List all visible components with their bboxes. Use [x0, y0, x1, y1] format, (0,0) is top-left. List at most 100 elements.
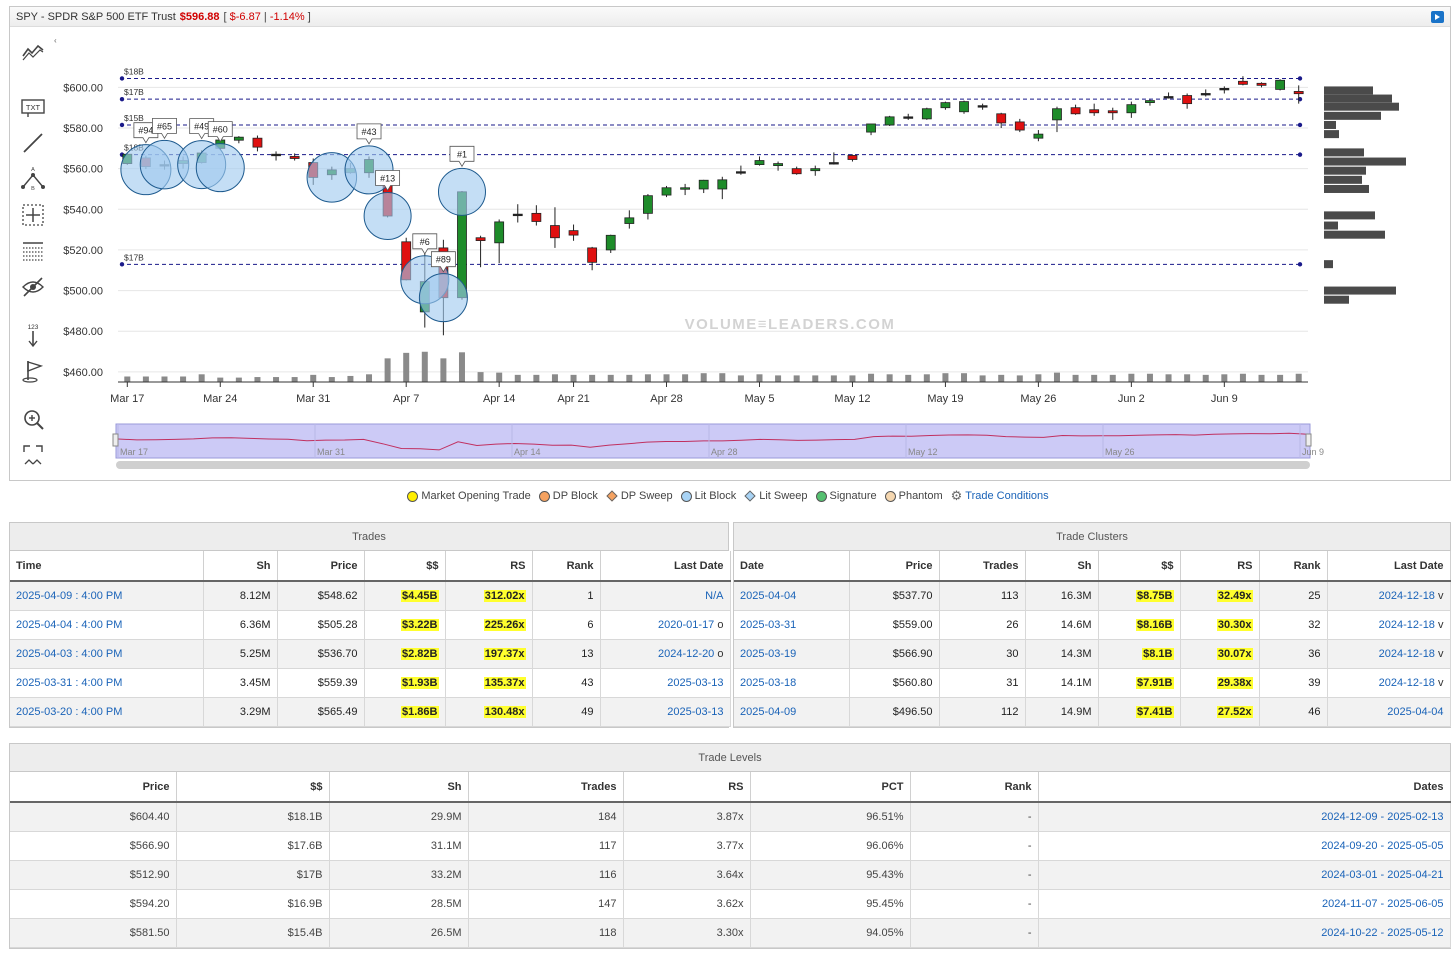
last-date-link[interactable]: 2024-12-18 v [1327, 668, 1451, 698]
last-date-link[interactable]: 2024-12-18 v [1327, 639, 1451, 669]
last-date-link[interactable]: 2025-03-13 [600, 697, 731, 727]
candle-body[interactable] [810, 168, 821, 172]
legend-item-dp-block[interactable]: DP Block [538, 488, 598, 504]
trade-bubble[interactable] [437, 167, 486, 216]
last-date-link[interactable]: 2025-04-04 [1327, 697, 1451, 727]
candle-body[interactable] [1070, 107, 1081, 115]
candle-body[interactable] [1163, 96, 1174, 99]
cluster-date-link[interactable]: 2025-03-31 [734, 610, 850, 640]
cluster-date-link[interactable]: 2025-03-19 [734, 639, 850, 669]
col-pct[interactable]: PCT [750, 772, 911, 803]
table-row[interactable]: 2025-04-04 $537.70 113 16.3M $8.75B 32.49x 25 2… [734, 581, 1451, 611]
table-row[interactable]: 2025-03-31 $559.00 26 14.6M $8.16B 30.30x 32 20… [734, 610, 1451, 640]
table-row[interactable]: 2025-03-18 $560.80 31 14.1M $7.91B 29.38x 39 20… [734, 668, 1451, 698]
col-last-date[interactable]: Last Date [1327, 551, 1451, 582]
candle-body[interactable] [289, 156, 300, 159]
level-dates-link[interactable]: 2024-10-22 - 2025-05-12 [1038, 918, 1451, 948]
table-row[interactable]: $512.90 $17B 33.2M 116 3.64x 95.43% -2024-03-0… [10, 860, 1451, 890]
candle-body[interactable] [977, 105, 988, 108]
trade-time-link[interactable]: 2025-03-20 : 4:00 PM [10, 697, 204, 727]
table-row[interactable]: 2025-04-09 $496.50 112 14.9M $7.41B 27.52x 46 2… [734, 697, 1451, 727]
collapse-toolbar-icon[interactable]: ‹ [54, 36, 57, 45]
last-date-link[interactable]: 2024-12-18 v [1327, 610, 1451, 640]
last-date-link[interactable]: 2024-12-18 v [1327, 581, 1451, 611]
candle-body[interactable] [828, 162, 839, 165]
candle-body[interactable] [1126, 104, 1137, 114]
candle-body[interactable] [531, 212, 542, 222]
col-date[interactable]: Date [734, 551, 850, 582]
candle-body[interactable] [940, 102, 951, 109]
candle-body[interactable] [252, 137, 263, 148]
table-row[interactable]: $566.90 $17.6B 31.1M 117 3.77x 96.06% -2024-09… [10, 831, 1451, 861]
price-chart[interactable]: $460.00 $480.00 $500.00 $520.00 $540.00 $560.… [10, 7, 1450, 480]
table-row[interactable]: 2025-04-04 : 4:00 PM 6.36M $505.28 $3.22B 22… [10, 610, 731, 640]
trade-bubble[interactable] [363, 191, 412, 240]
table-row[interactable]: $594.20 $16.9B 28.5M 147 3.62x 95.45% -2024-11… [10, 889, 1451, 919]
trade-time-link[interactable]: 2025-04-04 : 4:00 PM [10, 610, 204, 640]
level-dates-link[interactable]: 2024-12-09 - 2025-02-13 [1038, 802, 1451, 832]
trade-time-link[interactable]: 2025-03-31 : 4:00 PM [10, 668, 204, 698]
legend-item-lit-block[interactable]: Lit Block [680, 488, 736, 504]
candle-body[interactable] [1107, 110, 1118, 114]
table-row[interactable]: 2025-03-31 : 4:00 PM 3.45M $559.39 $1.93B 13… [10, 668, 731, 698]
candle-body[interactable] [773, 163, 783, 167]
candle-body[interactable] [717, 179, 728, 190]
col-rs[interactable]: RS [623, 772, 751, 803]
trade-bubble[interactable] [195, 143, 245, 193]
candle-body[interactable] [1089, 109, 1100, 114]
candle-body[interactable] [754, 160, 765, 165]
candle-body[interactable] [494, 221, 505, 244]
table-row[interactable]: $581.50 $15.4B 26.5M 118 3.30x 94.05% -2024-10… [10, 918, 1451, 948]
candle-body[interactable] [884, 116, 895, 126]
candle-body[interactable] [512, 213, 523, 217]
col-price[interactable]: Price [10, 772, 177, 803]
col-rank[interactable]: Rank [910, 772, 1039, 803]
table-row[interactable]: 2025-03-19 $566.90 30 14.3M $8.1B 30.07x 36 202… [734, 639, 1451, 669]
table-row[interactable]: 2025-04-03 : 4:00 PM 5.25M $536.70 $2.82B 19… [10, 639, 731, 669]
col-sh[interactable]: Sh [329, 772, 469, 803]
candle-body[interactable] [1145, 100, 1155, 104]
cluster-date-link[interactable]: 2025-04-09 [734, 697, 850, 727]
trade-time-link[interactable]: 2025-04-09 : 4:00 PM [10, 581, 204, 611]
candle-body[interactable] [605, 234, 616, 251]
level-dates-link[interactable]: 2024-03-01 - 2025-04-21 [1038, 860, 1451, 890]
navigator-scrollbar[interactable] [116, 461, 1310, 469]
candle-body[interactable] [550, 225, 560, 239]
candle-body[interactable] [680, 187, 691, 190]
candle-body[interactable] [475, 237, 486, 241]
col-last-date[interactable]: Last Date [600, 551, 731, 582]
trade-time-link[interactable]: 2025-04-03 : 4:00 PM [10, 639, 204, 669]
legend-item-lit-sweep[interactable]: Lit Sweep [744, 488, 808, 504]
col-time[interactable]: Time [10, 551, 204, 582]
col-sh[interactable]: Sh [203, 551, 278, 582]
col-trades[interactable]: Trades [468, 772, 624, 803]
trade-bubble[interactable] [418, 273, 468, 323]
col-dollars[interactable]: $$ [364, 551, 446, 582]
candle-body[interactable] [587, 247, 598, 263]
col-rs[interactable]: RS [445, 551, 533, 582]
last-date-link[interactable]: 2024-12-20 o [600, 639, 731, 669]
col-dates[interactable]: Dates [1038, 772, 1451, 803]
navigator-right-handle[interactable] [1305, 433, 1312, 447]
candle-body[interactable] [698, 179, 709, 190]
level-dates-link[interactable]: 2024-09-20 - 2025-05-05 [1038, 831, 1451, 861]
legend-item-trade-conditions[interactable]: ⚙ Trade Conditions [951, 488, 1049, 504]
candle-body[interactable] [1033, 133, 1044, 139]
candle-body[interactable] [1238, 80, 1248, 85]
col-trades[interactable]: Trades [939, 551, 1026, 582]
candle-body[interactable] [959, 101, 969, 113]
candle-body[interactable] [903, 116, 914, 119]
col-rank[interactable]: Rank [1259, 551, 1328, 582]
last-date-link[interactable]: N/A [600, 581, 731, 611]
table-row[interactable]: $604.40 $18.1B 29.9M 184 3.87x 96.51% -2024-12… [10, 802, 1451, 832]
candle-body[interactable] [996, 113, 1007, 124]
candle-body[interactable] [1256, 82, 1267, 86]
candle-body[interactable] [1219, 87, 1230, 91]
table-row[interactable]: 2025-03-20 : 4:00 PM 3.29M $565.49 $1.86B 13… [10, 697, 731, 727]
candle-body[interactable] [661, 187, 672, 196]
col-dollars[interactable]: $$ [1098, 551, 1181, 582]
candle-body[interactable] [735, 171, 746, 174]
candle-body[interactable] [1200, 93, 1211, 96]
col-rs[interactable]: RS [1180, 551, 1260, 582]
candle-body[interactable] [1052, 108, 1062, 121]
